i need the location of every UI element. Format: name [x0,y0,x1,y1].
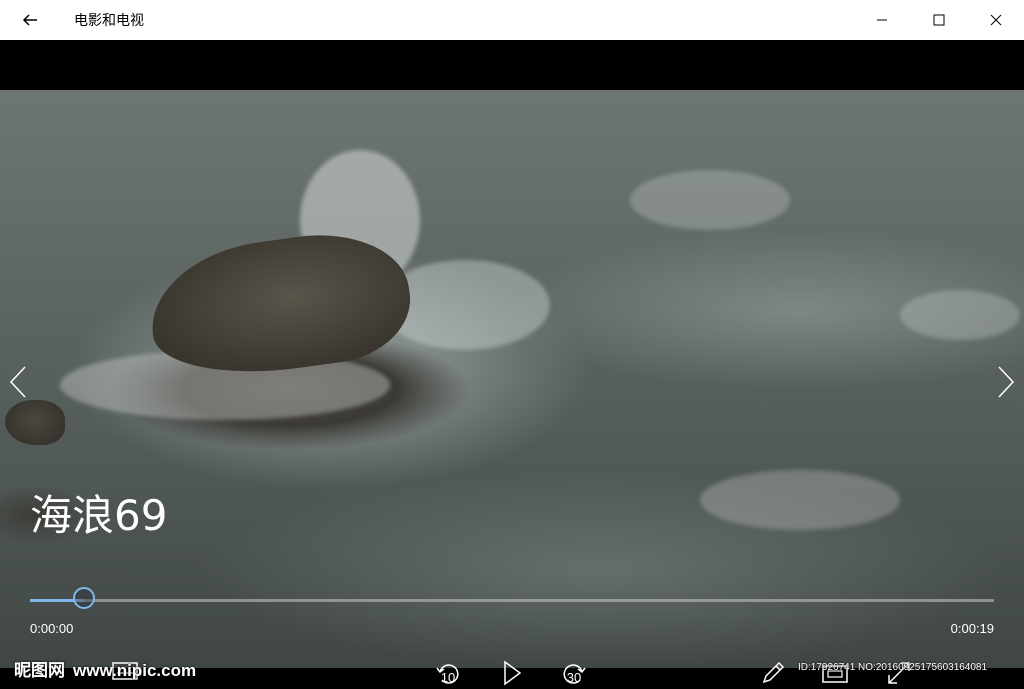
current-time: 0:00:00 [30,621,74,636]
pencil-icon [762,661,785,684]
watermark-url: www.nipic.com [73,661,197,680]
seek-thumb[interactable] [72,587,95,609]
close-button[interactable] [967,0,1024,40]
wave-foam [900,290,1020,340]
minimize-button[interactable] [853,0,910,40]
skip-forward-label: 30 [566,670,582,685]
letterbox-top [0,40,1024,90]
seek-bar[interactable] [30,587,994,609]
title-bar: 电影和电视 [0,0,1024,40]
minimize-icon [876,19,887,21]
previous-button[interactable] [6,365,30,399]
skip-forward-button[interactable]: 30 [558,660,590,689]
back-button[interactable] [0,0,60,40]
maximize-icon [933,14,944,26]
window-controls [853,0,1024,40]
wave-foam [630,170,790,230]
chevron-right-icon [998,366,1015,398]
edit-button[interactable] [758,660,788,689]
movies-tv-window: 电影和电视 海浪69 0:00:00 0:00:19 10 30 昵图网 www… [0,0,1024,689]
rock [5,400,65,445]
play-button[interactable] [499,660,525,689]
play-icon [504,660,522,686]
skip-back-label: 10 [440,670,456,685]
skip-back-button[interactable]: 10 [432,660,464,689]
maximize-button[interactable] [910,0,967,40]
chevron-left-icon [9,366,26,398]
video-frame[interactable] [0,90,1024,668]
back-arrow-icon [22,14,37,26]
app-title: 电影和电视 [74,13,144,29]
close-icon [990,14,1001,26]
watermark-brand: 昵图网 www.nipic.com [14,656,196,681]
watermark-id: ID:17926741 NO:20160925175603164081 [798,662,988,673]
wave-foam [700,470,900,530]
total-time: 0:00:19 [950,621,994,636]
video-title: 海浪69 [30,491,168,540]
watermark-brand-name: 昵图网 [14,661,65,681]
next-button[interactable] [994,365,1018,399]
